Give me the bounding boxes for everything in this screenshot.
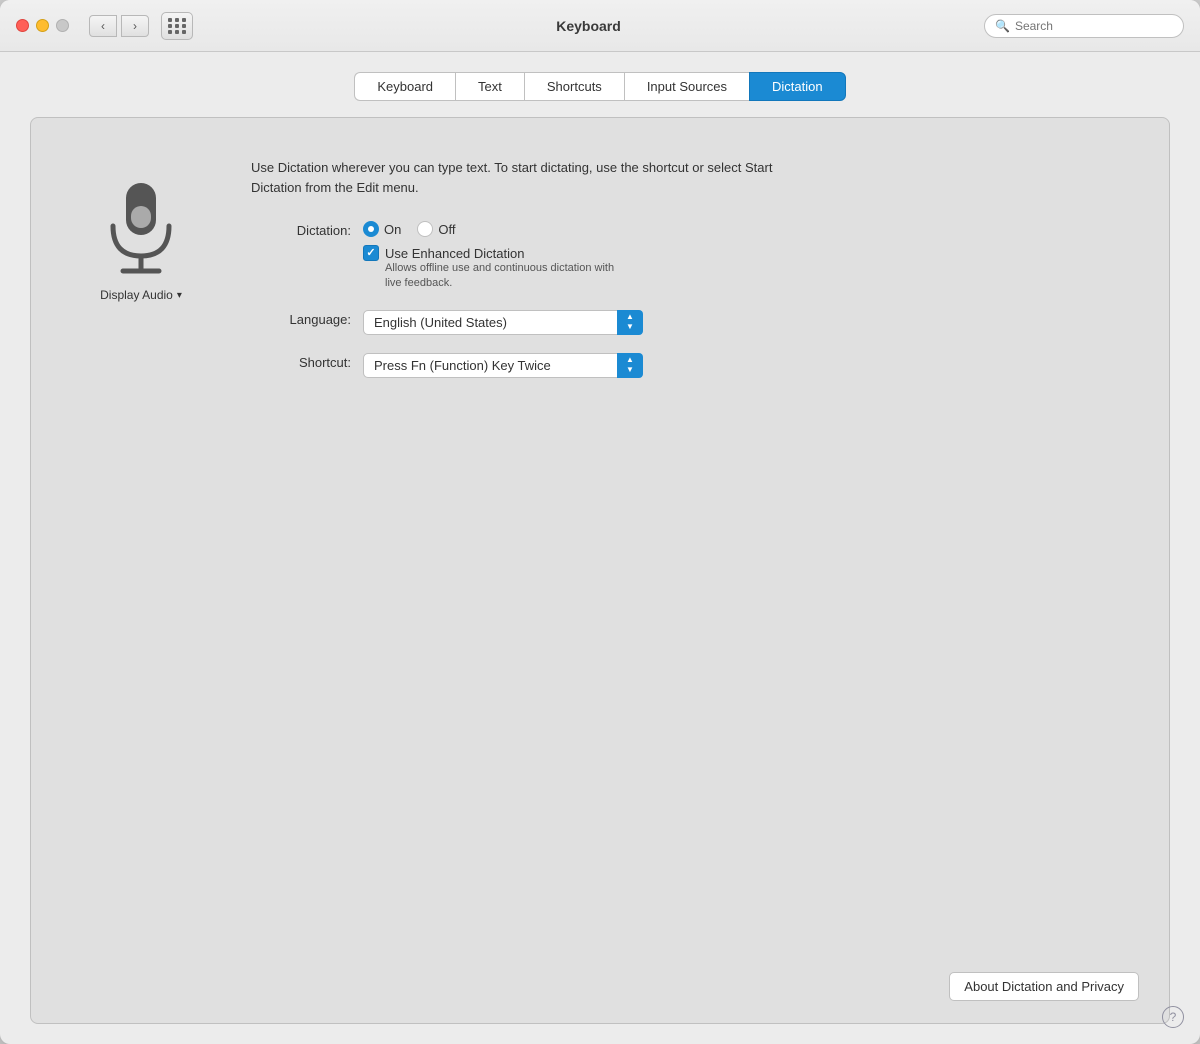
search-input[interactable] [1015,19,1173,33]
radio-off-label: Off [438,222,455,237]
dictation-onoff-row: Dictation: On Off [251,221,1139,292]
shortcut-select[interactable]: Press Fn (Function) Key Twice [363,353,643,378]
close-button[interactable] [16,19,29,32]
tab-text[interactable]: Text [455,72,524,101]
search-box[interactable]: 🔍 [984,14,1184,38]
enhanced-dictation-group: Use Enhanced Dictation Allows offline us… [363,245,614,292]
dictation-panel: Display Audio ▾ Use Dictation wherever y… [30,117,1170,1024]
tab-dictation[interactable]: Dictation [749,72,846,101]
about-dictation-button[interactable]: About Dictation and Privacy [949,972,1139,1001]
nav-buttons: ‹ › [89,15,149,37]
radio-group-dictation: On Off [363,221,614,237]
minimize-button[interactable] [36,19,49,32]
tabs-bar: Keyboard Text Shortcuts Input Sources Di… [30,72,1170,101]
window-title: Keyboard [205,18,972,34]
enhanced-dictation-row[interactable]: Use Enhanced Dictation [363,245,614,261]
dictation-settings: Use Dictation wherever you can type text… [251,148,1139,396]
traffic-lights [16,19,69,32]
tab-shortcuts[interactable]: Shortcuts [524,72,624,101]
display-audio-selector[interactable]: Display Audio ▾ [100,288,182,302]
help-button[interactable]: ? [1162,1006,1184,1028]
radio-on-circle[interactable] [363,221,379,237]
language-select[interactable]: English (United States) [363,310,643,335]
tab-input-sources[interactable]: Input Sources [624,72,749,101]
dictation-controls: On Off Use En [363,221,614,292]
grid-icon [168,18,187,34]
radio-off-circle[interactable] [417,221,433,237]
language-label: Language: [251,310,351,327]
radio-off[interactable]: Off [417,221,455,237]
shortcut-row: Shortcut: Press Fn (Function) Key Twice … [251,353,1139,378]
zoom-button[interactable] [56,19,69,32]
display-audio-label: Display Audio [100,288,173,302]
forward-button[interactable]: › [121,15,149,37]
main-content: Keyboard Text Shortcuts Input Sources Di… [0,52,1200,1044]
search-icon: 🔍 [995,19,1010,33]
panel-main: Display Audio ▾ Use Dictation wherever y… [61,148,1139,396]
shortcut-select-wrapper: Press Fn (Function) Key Twice ▲ ▼ [363,353,643,378]
language-select-wrapper: English (United States) ▲ ▼ [363,310,643,335]
titlebar: ‹ › Keyboard 🔍 [0,0,1200,52]
radio-on-label: On [384,222,401,237]
shortcut-label: Shortcut: [251,353,351,370]
tab-keyboard[interactable]: Keyboard [354,72,455,101]
language-row: Language: English (United States) ▲ ▼ [251,310,1139,335]
enhanced-dictation-checkbox[interactable] [363,245,379,261]
microphone-icon [101,178,181,278]
radio-on[interactable]: On [363,221,401,237]
back-button[interactable]: ‹ [89,15,117,37]
enhanced-dictation-sub: Allows offline use and continuous dictat… [385,261,614,292]
mic-section: Display Audio ▾ [61,148,221,396]
description-text: Use Dictation wherever you can type text… [251,158,811,197]
chevron-down-icon: ▾ [177,290,182,301]
main-window: ‹ › Keyboard 🔍 Keyboard Text Shortcuts I… [0,0,1200,1044]
grid-view-button[interactable] [161,12,193,40]
enhanced-dictation-label: Use Enhanced Dictation [385,246,524,261]
dictation-label: Dictation: [251,221,351,238]
